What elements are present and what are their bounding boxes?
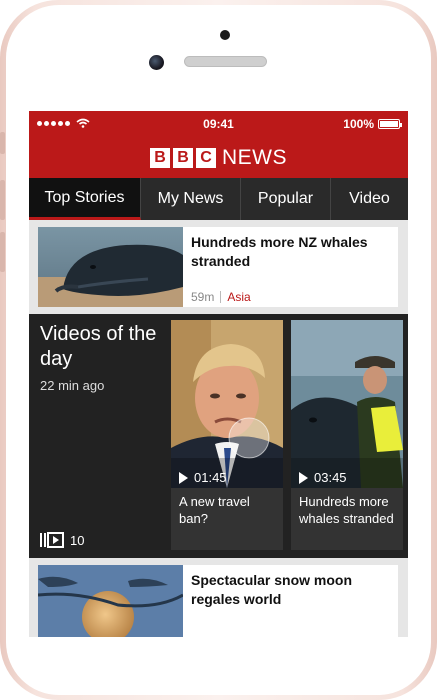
logo-news-word: NEWS [222,145,287,169]
story-topic-link[interactable]: Asia [227,290,250,304]
story-age: 59m [191,290,215,304]
mute-switch [0,132,5,154]
battery-icon [378,119,402,129]
tab-video[interactable]: Video [331,178,408,220]
video-card[interactable]: 01:45 A new travel ban? [171,320,283,550]
logo-letter-c: C [196,147,216,168]
trump-photo [171,320,283,488]
logo-letter-b2: B [173,147,193,168]
video-caption: A new travel ban? [179,494,250,526]
video-caption: Hundreds more whales stranded [299,494,394,526]
story-card-body: Spectacular snow moon regales world [38,565,398,637]
volume-down-button [0,232,5,272]
tab-my-news[interactable]: My News [141,178,241,220]
section-tabs: Top Stories My News Popular Video [29,178,408,220]
video-playlist-icon [40,532,64,548]
proximity-sensor [220,30,230,40]
tab-popular[interactable]: Popular [241,178,331,220]
earpiece-speaker [184,56,267,67]
whale-photo [38,227,183,307]
video-count[interactable]: 10 [40,532,84,548]
volume-up-button [0,180,5,220]
video-duration: 03:45 [299,470,347,485]
story-card[interactable]: Hundreds more NZ whales stranded 59m Asi… [29,220,408,314]
story-card-body: Hundreds more NZ whales stranded 59m Asi… [38,227,398,307]
videos-of-the-day: Videos of the day 22 min ago 10 01:45 A … [29,314,408,558]
story-feed: Hundreds more NZ whales stranded 59m Asi… [29,220,408,637]
play-icon [179,471,188,484]
status-bar: 09:41 100% [29,111,408,137]
moon-photo [38,565,183,637]
story-headline: Hundreds more NZ whales stranded [191,234,368,269]
tab-top-stories[interactable]: Top Stories [29,178,141,220]
video-count-number: 10 [70,532,85,548]
bbc-blocks: B B C [150,147,216,168]
battery-percent: 100% [343,117,374,131]
logo-letter-b1: B [150,147,170,168]
videos-updated-time: 22 min ago [40,378,105,393]
bbc-news-logo: B B C NEWS [29,137,408,178]
story-meta: 59m Asia [191,290,251,304]
front-camera [149,55,164,70]
play-icon [299,471,308,484]
meta-divider [220,291,222,303]
battery-group: 100% [343,117,402,131]
story-card[interactable]: Spectacular snow moon regales world [29,558,408,637]
phone-screen: 09:41 100% B B C NEWS Top Stories My New… [29,111,408,637]
video-card[interactable]: 03:45 Hundreds more whales stranded [291,320,403,550]
story-headline: Spectacular snow moon regales world [191,572,353,607]
video-duration: 01:45 [179,470,227,485]
videos-section-title: Videos of the day [40,323,157,370]
whale-rescue-photo [291,320,403,488]
